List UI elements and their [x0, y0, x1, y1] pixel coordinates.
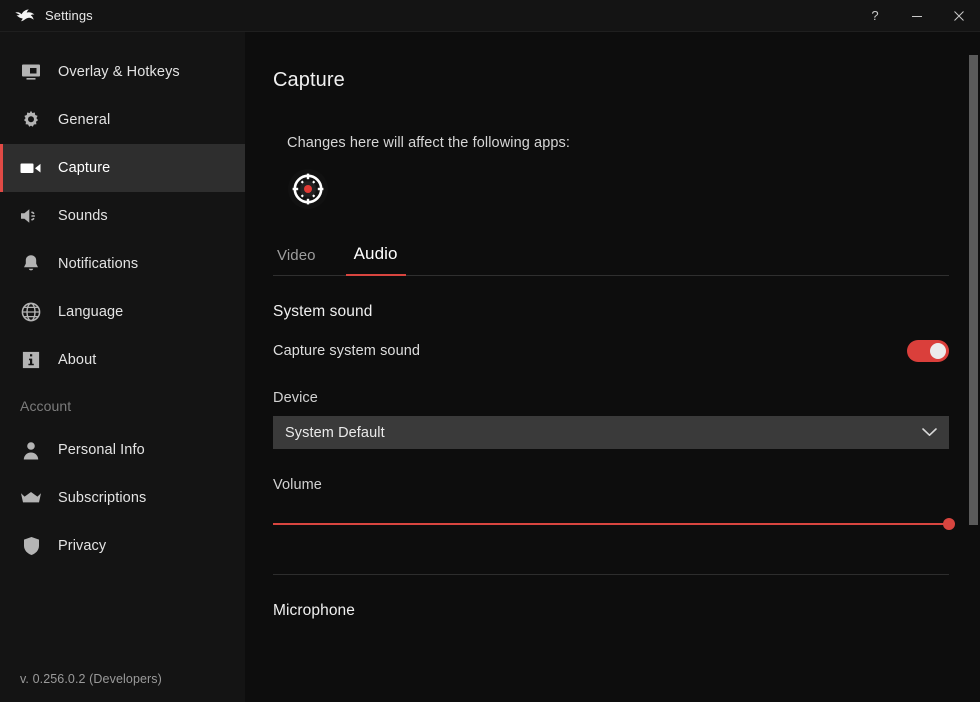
volume-slider[interactable] [273, 516, 955, 532]
sidebar-item-subscriptions[interactable]: Subscriptions [0, 474, 245, 522]
speaker-icon [20, 205, 42, 227]
device-label: Device [273, 390, 318, 406]
tab-audio[interactable]: Audio [345, 244, 406, 276]
person-icon [20, 439, 42, 461]
section-divider [273, 574, 949, 575]
scrollbar-thumb[interactable] [969, 55, 978, 525]
device-select-value: System Default [285, 424, 385, 441]
toggle-knob [930, 343, 946, 359]
capture-system-sound-label: Capture system sound [273, 343, 421, 359]
main-scroll-area: Capture Changes here will affect the fol… [245, 32, 980, 702]
crown-icon [20, 487, 42, 509]
capture-tabs: Video Audio [273, 244, 949, 276]
question-mark-icon: ? [871, 8, 879, 23]
window-body: Overlay & Hotkeys General Capture Sounds… [0, 32, 980, 702]
sidebar-item-about[interactable]: About [0, 336, 245, 384]
title-bar-left: Settings [0, 7, 93, 25]
affected-apps-note: Changes here will affect the following a… [287, 135, 571, 151]
capture-system-sound-row: Capture system sound [273, 340, 949, 362]
video-camera-icon [20, 157, 42, 179]
minimize-icon [911, 10, 923, 22]
info-box-icon [20, 349, 42, 371]
sidebar-item-label: About [58, 352, 97, 368]
volume-slider-thumb[interactable] [943, 518, 955, 530]
sidebar-item-label: Privacy [58, 538, 107, 554]
capture-system-sound-toggle[interactable] [907, 340, 949, 362]
sidebar-item-label: Sounds [58, 208, 108, 224]
tab-video[interactable]: Video [273, 247, 320, 275]
version-text: v. 0.256.0.2 (Developers) [20, 672, 162, 686]
tab-label: Audio [353, 244, 398, 263]
sidebar-item-notifications[interactable]: Notifications [0, 240, 245, 288]
sidebar-item-privacy[interactable]: Privacy [0, 522, 245, 570]
sidebar-item-label: Personal Info [58, 442, 145, 458]
sidebar-item-general[interactable]: General [0, 96, 245, 144]
window-title: Settings [45, 8, 93, 23]
help-button[interactable]: ? [854, 0, 896, 32]
tab-label: Video [277, 247, 316, 264]
sidebar-item-label: Overlay & Hotkeys [58, 64, 180, 80]
section-title-system-sound: System sound [273, 303, 373, 320]
sidebar: Overlay & Hotkeys General Capture Sounds… [0, 32, 245, 702]
sidebar-item-label: General [58, 112, 111, 128]
sidebar-group-title-account: Account [20, 398, 72, 414]
title-bar: Settings ? [0, 0, 980, 32]
sidebar-item-label: Notifications [58, 256, 139, 272]
device-select[interactable]: System Default [273, 416, 949, 449]
main-content: Capture Changes here will affect the fol… [245, 32, 980, 702]
wolf-head-logo-icon [14, 7, 36, 25]
sidebar-item-label: Subscriptions [58, 490, 147, 506]
main-vertical-scrollbar[interactable] [967, 32, 980, 702]
monitor-overlay-icon [20, 61, 42, 83]
window-controls: ? [854, 0, 980, 32]
sidebar-item-personal-info[interactable]: Personal Info [0, 426, 245, 474]
sidebar-item-language[interactable]: Language [0, 288, 245, 336]
volume-label: Volume [273, 477, 322, 493]
minimize-button[interactable] [896, 0, 938, 32]
shield-icon [20, 535, 42, 557]
bell-icon [20, 253, 42, 275]
sidebar-item-label: Capture [58, 160, 111, 176]
globe-icon [20, 301, 42, 323]
close-button[interactable] [938, 0, 980, 32]
chevron-down-icon [922, 428, 937, 437]
sidebar-item-sounds[interactable]: Sounds [0, 192, 245, 240]
sidebar-footer: v. 0.256.0.2 (Developers) [0, 670, 245, 702]
sidebar-item-label: Language [58, 304, 124, 320]
page-title: Capture [273, 69, 345, 91]
settings-window: Settings ? Overlay & Hotkeys General Cap… [0, 0, 980, 702]
section-title-microphone: Microphone [273, 602, 355, 619]
target-crosshair-app-icon[interactable] [288, 169, 328, 209]
volume-slider-fill [273, 523, 949, 525]
sidebar-item-overlay-hotkeys[interactable]: Overlay & Hotkeys [0, 48, 245, 96]
sidebar-item-capture[interactable]: Capture [0, 144, 245, 192]
gear-icon [20, 109, 42, 131]
affected-apps-list [273, 169, 948, 209]
close-icon [953, 10, 965, 22]
